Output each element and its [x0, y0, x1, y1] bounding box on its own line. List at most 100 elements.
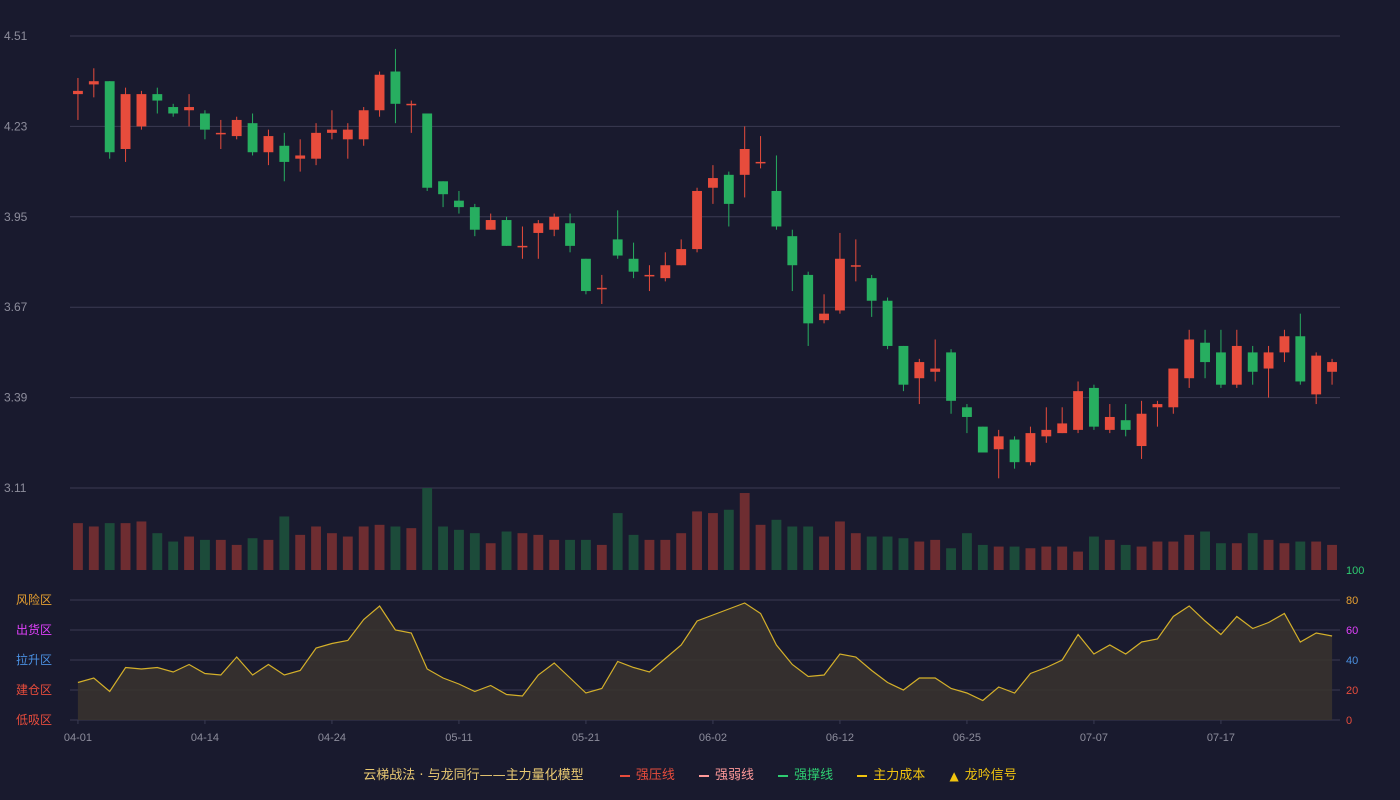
candle-body [850, 265, 861, 267]
candle [771, 155, 782, 230]
candle-body [1247, 352, 1258, 372]
volume-bar [930, 539, 941, 570]
candle [120, 87, 131, 162]
volume-bar [1263, 539, 1274, 570]
candle [279, 132, 290, 182]
volume-bar [1041, 546, 1052, 570]
volume-bar [406, 528, 417, 570]
candle [1009, 436, 1020, 469]
candle-body [581, 258, 591, 292]
volume-bar [1311, 541, 1322, 570]
volume-bar [914, 541, 925, 570]
volume-bar [739, 493, 750, 570]
volume-bar [295, 534, 306, 570]
candle-body [422, 113, 433, 188]
candle [1184, 329, 1195, 388]
x-tick-label: 04-24 [318, 732, 346, 744]
candle [1041, 407, 1052, 443]
candle-body [1200, 342, 1210, 363]
candle [835, 232, 845, 314]
candle-body [1120, 420, 1131, 430]
candle [533, 220, 544, 259]
volume-bar [850, 533, 861, 570]
candle-body [279, 145, 290, 162]
candle [311, 123, 321, 166]
candle-body [438, 181, 448, 195]
candle-body [723, 174, 734, 204]
volume-bar [263, 539, 274, 570]
x-tick-label: 04-01 [64, 732, 92, 744]
candle [215, 119, 226, 149]
x-tick-label: 07-17 [1207, 732, 1235, 744]
legend-item-strength-line[interactable]: 强弱线 [698, 764, 754, 783]
volume-bar [1184, 534, 1195, 570]
volume-bar [1200, 531, 1210, 570]
candle-body [898, 345, 909, 385]
candle-body [88, 81, 99, 85]
x-tick-label: 06-02 [699, 732, 727, 744]
candle [247, 113, 258, 156]
price-tick-label: 3.11 [4, 481, 27, 495]
legend-swatch-strong-pressure [619, 774, 630, 777]
candle-body [1231, 345, 1242, 385]
legend-swatch-strong-support [778, 774, 789, 777]
volume-bar [723, 509, 734, 570]
candle [1327, 358, 1337, 385]
volume-bar [1231, 543, 1242, 570]
candle [422, 113, 433, 191]
candle-body [1073, 391, 1083, 430]
volume-bar [596, 544, 607, 570]
volume-bar [390, 526, 401, 570]
candle-body [1041, 429, 1052, 437]
volume-bar [612, 513, 623, 570]
candle [1247, 345, 1258, 385]
legend-item-strong-pressure[interactable]: 强压线 [619, 764, 675, 783]
volume-bar [1279, 543, 1290, 570]
candle-body [882, 300, 893, 346]
candle-body [1184, 339, 1195, 379]
candle [708, 165, 718, 204]
legend-label-strong-pressure: 强压线 [635, 768, 675, 783]
x-tick-label: 07-07 [1080, 732, 1108, 744]
indicator-tick-label: 100 [1346, 565, 1364, 577]
volume-bar [1168, 541, 1179, 570]
price-tick-label: 4.51 [4, 29, 28, 43]
volume-bar [977, 544, 988, 570]
candle-body [104, 81, 115, 153]
legend-item-main-cost[interactable]: 主力成本 [857, 764, 925, 783]
candle [469, 203, 480, 237]
candle-body [485, 220, 496, 230]
legend-swatch-strength-line [698, 774, 709, 777]
candle-body [549, 216, 560, 230]
legend-item-dragon-signal[interactable]: ▲ 龙吟信号 [949, 764, 1016, 783]
indicator-series [77, 602, 1333, 720]
candle [1295, 313, 1306, 385]
volume-bar [184, 536, 194, 570]
candle-body [914, 362, 925, 379]
volume-bar [898, 538, 909, 570]
candle [485, 213, 496, 230]
triangle-icon: ▲ [949, 768, 959, 783]
candle-body [660, 265, 671, 279]
candle [200, 110, 210, 140]
volume-bar [485, 543, 496, 570]
candle [612, 210, 623, 259]
volume-bar [1073, 551, 1083, 570]
price-tick-label: 3.39 [4, 391, 28, 405]
candle-body [1279, 336, 1290, 353]
candle-body [739, 149, 750, 175]
zone-label: 建仓区 [16, 683, 52, 697]
indicator-tick-label: 20 [1346, 685, 1358, 697]
legend-item-strong-support[interactable]: 强撑线 [778, 764, 833, 783]
volume-bar [1327, 544, 1337, 570]
candle [263, 129, 274, 166]
legend-label-strength-line: 强弱线 [714, 768, 754, 783]
chart-legend: 云梯战法 · 与龙同行——主力量化模型 强压线 强弱线 强撑线 主力成本 ▲ 龙吟… [0, 764, 1400, 783]
volume-bar [533, 534, 544, 570]
candle [628, 242, 639, 279]
volume-bar [247, 538, 258, 570]
candle-body [1136, 413, 1147, 447]
legend-title: 云梯战法 · 与龙同行——主力量化模型 [363, 768, 584, 783]
legend-label-strong-support: 强撑线 [794, 768, 834, 783]
candle [454, 190, 464, 214]
